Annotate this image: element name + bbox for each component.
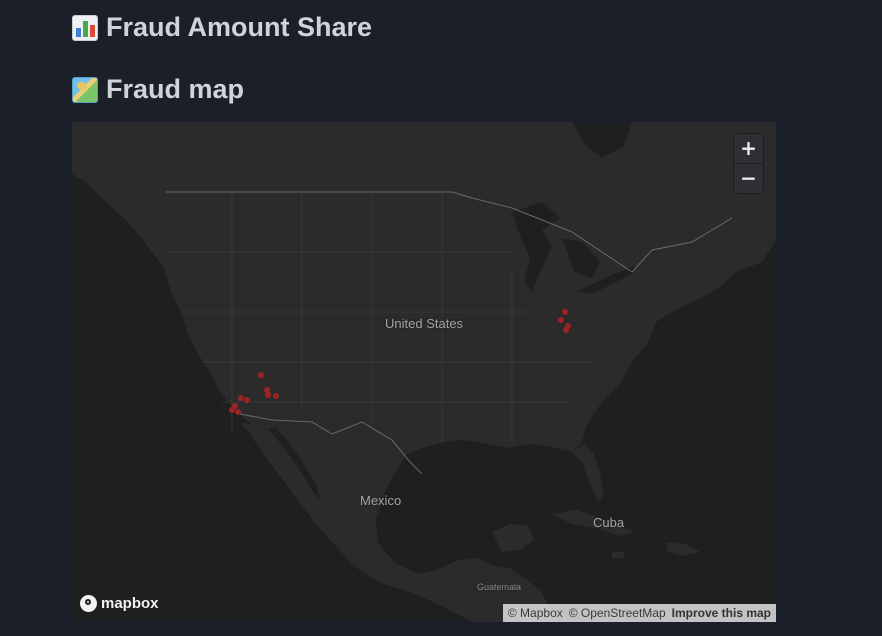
- heading-text: Fraud Amount Share: [106, 12, 373, 42]
- fraud-amount-share-heading: Fraud Amount Share: [72, 12, 372, 43]
- map-label-united-states: United States: [385, 316, 464, 331]
- attribution-osm-link[interactable]: © OpenStreetMap: [569, 606, 666, 620]
- zoom-in-button[interactable]: +: [734, 134, 763, 163]
- map-canvas[interactable]: [72, 122, 776, 622]
- mapbox-logo[interactable]: mapbox: [80, 595, 159, 612]
- fraud-map[interactable]: United States Mexico Cuba Guatemala + − …: [72, 122, 776, 622]
- zoom-out-button[interactable]: −: [734, 163, 763, 193]
- map-attribution: © Mapbox © OpenStreetMap Improve this ma…: [502, 604, 776, 622]
- page: Fraud Amount Share Fraud map United Stat…: [0, 0, 882, 636]
- map-label-cuba: Cuba: [593, 515, 625, 530]
- world-map-emoji-icon: [72, 76, 98, 103]
- bar-chart-emoji-icon: [72, 14, 98, 41]
- jamaica: [612, 552, 624, 558]
- improve-map-link[interactable]: Improve this map: [672, 606, 771, 620]
- mapbox-logo-icon: [80, 595, 97, 612]
- mapbox-logo-text: mapbox: [101, 595, 159, 612]
- heading-text: Fraud map: [106, 74, 245, 104]
- fraud-map-heading: Fraud map: [72, 74, 244, 105]
- zoom-control: + −: [734, 134, 763, 193]
- map-label-guatemala: Guatemala: [477, 582, 522, 592]
- hispaniola: [666, 542, 700, 556]
- attribution-mapbox-link[interactable]: © Mapbox: [508, 606, 563, 620]
- map-label-mexico: Mexico: [360, 493, 402, 508]
